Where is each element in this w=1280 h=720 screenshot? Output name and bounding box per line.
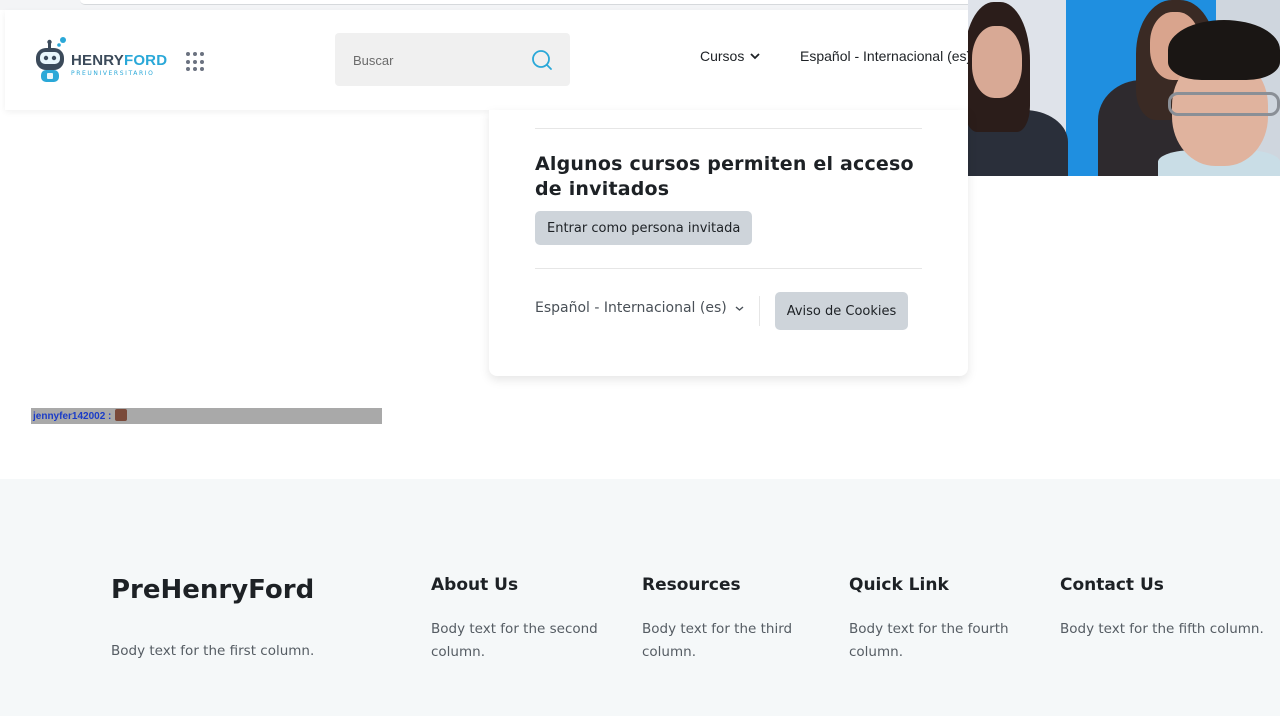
nav-courses-label: Cursos [700,48,745,64]
footer-col-5-body: Body text for the fifth column. [1060,621,1264,637]
guest-login-button[interactable]: Entrar como persona invitada [535,211,753,245]
footer-brand: PreHenryFord [111,575,315,605]
nav-language-menu[interactable]: Español - Internacional (es) [800,48,968,64]
site-logo[interactable]: HENRYFORD PREUNIVERSITARIO [33,36,167,86]
nav-courses-menu[interactable]: Cursos [700,48,760,64]
emoji-icon [115,409,128,421]
search-icon[interactable] [531,49,553,71]
address-bar-edge [80,0,980,5]
divider [535,128,922,129]
language-select-value: Español - Internacional (es) [535,300,727,316]
cookie-notice-button[interactable]: Aviso de Cookies [775,292,908,330]
footer-col-3-heading: Resources [642,575,741,595]
robot-logo-icon [36,37,66,82]
chevron-down-icon [750,53,760,60]
webcam-video-overlay [968,0,1280,176]
page: HENRYFORD PREUNIVERSITARIO Cursos Españo… [0,0,1280,720]
logo-brand-first: HENRY [71,52,124,69]
chat-message-text: jennyfer142002 : [33,411,112,422]
guest-access-title: Algunos cursos permiten el acceso de inv… [535,153,914,200]
chevron-down-icon [735,305,744,311]
footer-col-3-body: Body text for the third column. [642,621,793,660]
language-select[interactable]: Español - Internacional (es) [535,300,744,316]
divider [535,268,922,269]
footer-col-4-heading: Quick Link [849,575,949,595]
footer-col-2-heading: About Us [431,575,519,595]
logo-tagline: PREUNIVERSITARIO [71,70,155,77]
footer-col-5-heading: Contact Us [1060,575,1164,595]
apps-grid-icon[interactable] [186,52,206,72]
nav-language-label: Español - Internacional (es) [800,48,968,64]
login-card: Algunos cursos permiten el acceso de inv… [489,110,968,376]
divider [759,296,760,326]
footer-bottom-edge [0,716,1280,720]
logo-wordmark: HENRYFORD [71,52,167,69]
search-input[interactable] [353,49,523,71]
search-box [335,33,570,86]
footer-col-1-body: Body text for the first column. [111,643,315,659]
footer-col-2-body: Body text for the second column. [431,621,598,660]
chat-message: jennyfer142002 : [33,409,128,422]
footer-col-4-body: Body text for the fourth column. [849,621,1009,660]
navbar: HENRYFORD PREUNIVERSITARIO Cursos Españo… [5,10,968,110]
chat-message-bar: jennyfer142002 : [31,408,382,424]
logo-brand-second: FORD [123,52,168,69]
